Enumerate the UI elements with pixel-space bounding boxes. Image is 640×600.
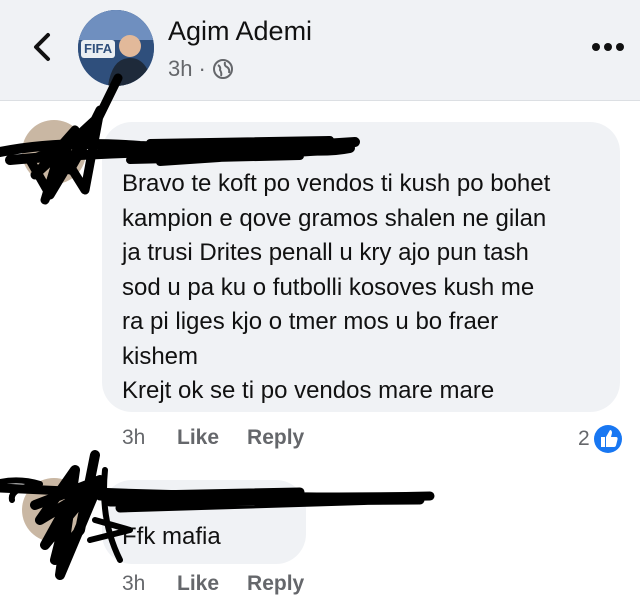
comment-time: 3h: [122, 426, 146, 449]
reply-button[interactable]: Reply: [247, 572, 304, 596]
chevron-left-icon[interactable]: [28, 30, 56, 64]
commenter-avatar[interactable]: [22, 120, 86, 184]
author-name[interactable]: Agim Ademi: [168, 16, 312, 47]
meta-separator: ·: [198, 56, 206, 81]
reaction-count: 2: [578, 427, 590, 450]
post-header: FIFA Agim Ademi 3h ·: [0, 0, 640, 101]
author-avatar[interactable]: FIFA: [78, 10, 154, 86]
post-time: 3h: [168, 56, 193, 81]
comment-text: Ffk mafia: [122, 523, 221, 550]
commenter-avatar[interactable]: [22, 478, 86, 542]
reaction-summary[interactable]: 2: [578, 424, 623, 454]
reply-button[interactable]: Reply: [247, 426, 304, 450]
avatar-logo-text: FIFA: [84, 41, 113, 56]
thumbs-up-icon: [593, 425, 622, 453]
comment-actions: 3h Like Reply: [122, 426, 332, 450]
like-button[interactable]: Like: [177, 426, 219, 450]
more-horizontal-icon[interactable]: [590, 40, 626, 54]
comment-text: Bravo te koft po vendos ti kush po bohet…: [122, 170, 551, 404]
globe-icon: [212, 59, 233, 79]
post-meta: 3h ·: [168, 56, 234, 82]
comment-time: 3h: [122, 572, 146, 595]
like-button[interactable]: Like: [177, 572, 219, 596]
comment-actions: 3h Like Reply: [122, 572, 332, 596]
